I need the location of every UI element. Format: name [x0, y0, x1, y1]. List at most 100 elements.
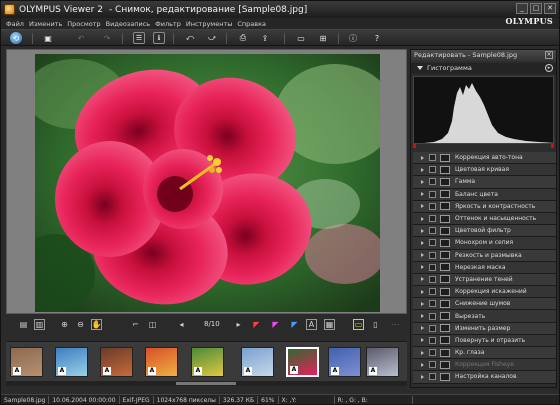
adjustment-item[interactable]: Баланс цвета — [413, 188, 556, 201]
view-single-icon[interactable]: ☰ — [133, 32, 145, 44]
adjustment-item[interactable]: Монохром и сепия — [413, 237, 556, 250]
menu-filter[interactable]: Фильтр — [155, 20, 181, 28]
adjustment-item[interactable]: Цветовая кривая — [413, 164, 556, 177]
minimize-button[interactable]: _ — [516, 3, 528, 14]
enable-checkbox[interactable] — [429, 251, 436, 259]
histogram-range[interactable] — [413, 144, 554, 148]
expand-icon[interactable] — [421, 362, 424, 367]
rgb3-icon[interactable]: ◤ — [289, 319, 300, 330]
panel-close-icon[interactable]: × — [545, 51, 553, 59]
main-photo[interactable] — [35, 54, 380, 312]
menu-help[interactable]: Справка — [237, 20, 266, 28]
adjustment-item[interactable]: Яркость и контрастность — [413, 200, 556, 213]
film-icon[interactable]: ▤ — [18, 319, 29, 330]
enable-checkbox[interactable] — [429, 263, 436, 271]
help-icon[interactable]: ? — [371, 32, 383, 44]
print-icon[interactable]: ⎙ — [237, 32, 249, 44]
filmstrip-thumb[interactable]: A — [100, 347, 133, 377]
adjustment-item[interactable]: Настройка каналов — [413, 371, 556, 384]
share-icon[interactable]: ⇪ — [259, 32, 271, 44]
rgb-icon[interactable]: ◤ — [251, 319, 262, 330]
filmstrip-thumb[interactable]: A — [286, 347, 319, 377]
zoom-out-icon[interactable]: ⊖ — [75, 319, 86, 330]
single-view-icon[interactable]: ▭ — [353, 319, 364, 330]
rotate-left-icon[interactable]: ⤺ — [184, 32, 196, 44]
expand-icon[interactable] — [421, 374, 424, 379]
info-icon[interactable]: ℹ — [153, 32, 165, 44]
menu-movie[interactable]: Видеозапись — [106, 20, 150, 28]
zoom-in-icon[interactable]: ⊕ — [59, 319, 70, 330]
enable-checkbox[interactable] — [429, 373, 436, 381]
adjustment-item[interactable]: Изменить размер — [413, 322, 556, 335]
enable-checkbox[interactable] — [429, 239, 436, 247]
hand-icon[interactable]: ✋ — [91, 319, 102, 330]
adjustment-item[interactable]: Вырезать — [413, 310, 556, 323]
maximize-button[interactable]: □ — [530, 3, 542, 14]
redo-icon[interactable]: ↷ — [101, 32, 113, 44]
expand-icon[interactable] — [421, 277, 424, 282]
filmstrip-scrollbar[interactable] — [6, 381, 407, 386]
enable-checkbox[interactable] — [429, 349, 436, 357]
adjustment-item[interactable]: Устранение теней — [413, 273, 556, 287]
play-icon[interactable]: ▸ — [545, 64, 553, 72]
grid-icon[interactable]: ▦ — [324, 319, 335, 330]
filmstrip-thumb[interactable]: A — [10, 347, 43, 377]
adjustment-item[interactable]: Цветовой фильтр — [413, 225, 556, 238]
enable-checkbox[interactable] — [429, 227, 436, 235]
enable-checkbox[interactable] — [429, 154, 436, 162]
enable-checkbox[interactable] — [429, 166, 436, 174]
expand-icon[interactable] — [421, 253, 424, 258]
adjustment-item[interactable]: Резкость и размывка — [413, 249, 556, 262]
enable-checkbox[interactable] — [429, 275, 436, 283]
expand-icon[interactable] — [421, 301, 424, 306]
extra-icon[interactable]: ⋯ — [390, 319, 401, 330]
adjustment-item[interactable]: Коррекция Fisheye — [413, 359, 556, 372]
menu-file[interactable]: Файл — [6, 20, 24, 28]
enable-checkbox[interactable] — [429, 336, 436, 344]
next-icon[interactable]: ▸ — [233, 319, 244, 330]
filmstrip-thumb[interactable]: A — [241, 347, 274, 377]
expand-icon[interactable] — [421, 289, 424, 294]
shape-icon[interactable]: ◫ — [147, 319, 158, 330]
enable-checkbox[interactable] — [429, 202, 436, 210]
expand-icon[interactable] — [421, 155, 424, 160]
rgb2-icon[interactable]: ◤ — [270, 319, 281, 330]
expand-icon[interactable] — [421, 240, 424, 245]
adjustment-item[interactable]: Повернуть и отразить — [413, 334, 556, 347]
expand-icon[interactable] — [421, 167, 424, 172]
enable-checkbox[interactable] — [429, 312, 436, 320]
enable-checkbox[interactable] — [429, 215, 436, 223]
compare-icon[interactable]: ⊞ — [317, 32, 329, 44]
enable-checkbox[interactable] — [429, 361, 436, 369]
expand-icon[interactable] — [421, 326, 424, 331]
filmstrip-thumb[interactable]: A — [55, 347, 88, 377]
back-icon[interactable]: ⟲ — [10, 32, 22, 44]
menu-edit[interactable]: Изменить — [29, 20, 62, 28]
expand-icon[interactable] — [421, 228, 424, 233]
enable-checkbox[interactable] — [429, 324, 436, 332]
dual-view-icon[interactable]: ▯ — [370, 319, 381, 330]
expand-icon[interactable] — [421, 192, 424, 197]
close-button[interactable]: ✕ — [544, 3, 556, 14]
adjustment-item[interactable]: Гамма — [413, 176, 556, 189]
filmstrip-thumb[interactable]: A — [145, 347, 178, 377]
expand-icon[interactable] — [421, 350, 424, 355]
enable-checkbox[interactable] — [429, 190, 436, 198]
film2-icon[interactable]: ▥ — [34, 319, 45, 330]
enable-checkbox[interactable] — [429, 288, 436, 296]
adjustment-item[interactable]: Нерезкая маска — [413, 261, 556, 274]
a-mark-icon[interactable]: A — [306, 319, 317, 330]
enable-checkbox[interactable] — [429, 178, 436, 186]
undo-icon[interactable]: ↶ — [75, 32, 87, 44]
filmstrip-thumb[interactable]: A — [191, 347, 224, 377]
adjustment-item[interactable]: Кр. глаза — [413, 347, 556, 360]
histogram-header[interactable]: Гистограмма ▸ — [411, 63, 556, 74]
expand-icon[interactable] — [421, 314, 424, 319]
adjustment-item[interactable]: Снижение шумов — [413, 298, 556, 311]
prev-icon[interactable]: ◂ — [176, 319, 187, 330]
rotate-right-icon[interactable]: ⤻ — [206, 32, 218, 44]
adjustment-item[interactable]: Коррекция авто-тона — [413, 152, 556, 165]
expand-icon[interactable] — [421, 265, 424, 270]
adjustment-item[interactable]: Коррекция искажений — [413, 286, 556, 299]
menu-tools[interactable]: Инструменты — [186, 20, 233, 28]
